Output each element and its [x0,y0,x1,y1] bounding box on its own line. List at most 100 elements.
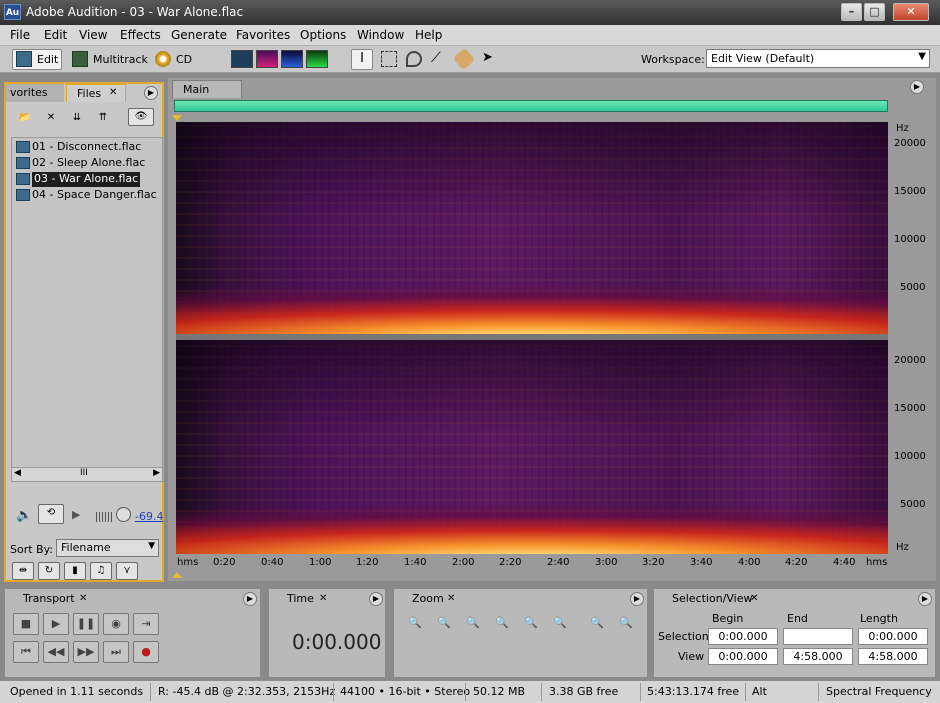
marquee-tool-icon[interactable] [381,51,397,67]
play-preview-icon[interactable]: ▶ [72,508,80,521]
close-icon[interactable]: ✕ [109,87,117,98]
close-icon[interactable]: ✕ [447,593,455,604]
frequency-tick: 10000 [894,234,926,245]
file-item-selected[interactable]: 03 - War Alone.flac [16,172,141,187]
zoom-out-horizontal-icon[interactable]: 🔍 [431,613,457,635]
view-begin-field[interactable]: 0:00.000 [708,648,778,665]
menu-options[interactable]: Options [300,28,346,42]
pause-button[interactable]: ❚❚ [73,613,99,635]
scroll-left-icon[interactable]: ◀ [14,468,21,478]
menu-generate[interactable]: Generate [171,28,227,42]
spectral-phase-button[interactable] [306,50,328,68]
workspace-select[interactable]: Edit View (Default) ▼ [706,49,930,68]
fast-forward-button[interactable]: ▶▶ [73,641,99,663]
tab-main[interactable]: Main [172,80,242,98]
file-item[interactable]: 01 - Disconnect.flac [16,140,141,155]
menu-edit[interactable]: Edit [44,28,67,42]
spectral-pan-button[interactable] [281,50,303,68]
panel-menu-icon[interactable]: ▶ [918,592,932,606]
view-end-field[interactable]: 4:58.000 [783,648,853,665]
start-marker-icon[interactable] [172,115,182,121]
insert-multitrack-icon[interactable]: ⇊ [66,110,88,128]
scroll-grip[interactable]: III [80,468,88,478]
zoom-in-vertical-icon[interactable]: 🔍 [584,613,610,635]
menu-favorites[interactable]: Favorites [236,28,290,42]
open-file-icon[interactable]: 📂 [14,110,36,128]
zoom-title: Zoom [412,592,444,605]
menu-window[interactable]: Window [357,28,404,42]
volume-knob[interactable] [116,507,131,522]
record-button[interactable]: ● [133,641,159,663]
loop-play-button[interactable]: ⇥ [133,613,159,635]
selection-begin-field[interactable]: 0:00.000 [708,628,778,645]
lasso-tool-icon[interactable] [406,51,422,67]
loop-button[interactable]: ⟲ [38,504,64,524]
multitrack-button[interactable]: Multitrack [93,53,148,66]
panel-menu-icon[interactable]: ▶ [369,592,383,606]
play-button[interactable]: ▶ [43,613,69,635]
scroll-right-icon[interactable]: ▶ [153,468,160,478]
file-item[interactable]: 02 - Sleep Alone.flac [16,156,145,171]
close-icon[interactable]: ✕ [79,593,87,604]
sort-by-value: Filename [61,541,111,554]
edit-view-button[interactable]: Edit [12,49,62,70]
show-audio-button[interactable]: ♫ [90,562,112,580]
status-bar: Opened in 1.11 seconds R: -45.4 dB @ 2:3… [0,680,940,703]
zoom-to-left-edge-icon[interactable]: 🔍 [518,613,544,635]
brush-tool-icon[interactable]: ⟋ [431,51,447,67]
rewind-button[interactable]: ◀◀ [43,641,69,663]
zoom-to-right-edge-icon[interactable]: 🔍 [547,613,573,635]
spectral-display[interactable] [176,122,888,554]
horizontal-scrollbar[interactable]: ◀ III ▶ [12,467,162,481]
go-to-end-button[interactable]: ⏭ [103,641,129,663]
waveform-display-button[interactable] [231,50,253,68]
filter-button[interactable]: ⋎ [116,562,138,580]
selection-end-field[interactable] [783,628,853,645]
full-path-button[interactable]: ▮ [64,562,86,580]
move-tool-icon[interactable]: ➤ [482,51,498,67]
end-marker-icon[interactable] [172,572,182,578]
show-options-icon[interactable]: 👁 [128,108,154,126]
go-to-start-button[interactable]: ⏮ [13,641,39,663]
time-tick: 3:00 [595,557,618,568]
minimize-button[interactable]: – [841,3,862,21]
volume-value[interactable]: -69.4 [135,510,163,523]
panel-menu-icon[interactable]: ▶ [243,592,257,606]
speaker-icon[interactable]: 🔈 [16,508,32,523]
tab-files[interactable]: Files ✕ [66,84,126,102]
spectral-frequency-button[interactable] [256,50,278,68]
time-ruler[interactable]: hms 0:20 0:40 1:00 1:20 1:40 2:00 2:20 2… [176,554,888,572]
left-channel-spectrogram[interactable] [176,122,888,334]
panel-menu-icon[interactable]: ▶ [910,80,924,94]
zoom-out-vertical-icon[interactable]: 🔍 [613,613,639,635]
close-icon[interactable]: ✕ [750,593,758,604]
cd-button[interactable]: CD [176,53,192,66]
insert-into-multitrack-button[interactable]: ⇹ [12,562,34,580]
zoom-to-selection-icon[interactable]: 🔍 [489,613,515,635]
close-icon[interactable]: ✕ [319,593,327,604]
spot-healing-tool-icon[interactable] [452,47,476,71]
insert-cd-icon[interactable]: ⇈ [92,110,114,128]
panel-menu-icon[interactable]: ▶ [144,86,158,100]
zoom-out-full-icon[interactable]: 🔍 [460,613,486,635]
autoplay-button[interactable]: ↻ [38,562,60,580]
selection-length-field[interactable]: 0:00.000 [858,628,928,645]
overview-bar[interactable] [174,100,888,112]
play-to-end-button[interactable]: ◉ [103,613,129,635]
stop-button[interactable]: ■ [13,613,39,635]
maximize-button[interactable]: □ [864,3,885,21]
close-file-icon[interactable]: ✕ [40,110,62,128]
zoom-in-horizontal-icon[interactable]: 🔍 [402,613,428,635]
tab-favorites[interactable]: vorites [6,84,64,102]
menu-help[interactable]: Help [415,28,442,42]
menu-file[interactable]: File [10,28,30,42]
file-item[interactable]: 04 - Space Danger.flac [16,188,157,203]
close-button[interactable]: ✕ [893,3,929,21]
view-length-field[interactable]: 4:58.000 [858,648,928,665]
menu-view[interactable]: View [79,28,107,42]
sort-by-select[interactable]: Filename ▼ [56,539,159,557]
time-selection-tool-icon[interactable]: I [351,49,373,70]
menu-effects[interactable]: Effects [120,28,161,42]
right-channel-spectrogram[interactable] [176,340,888,554]
panel-menu-icon[interactable]: ▶ [630,592,644,606]
